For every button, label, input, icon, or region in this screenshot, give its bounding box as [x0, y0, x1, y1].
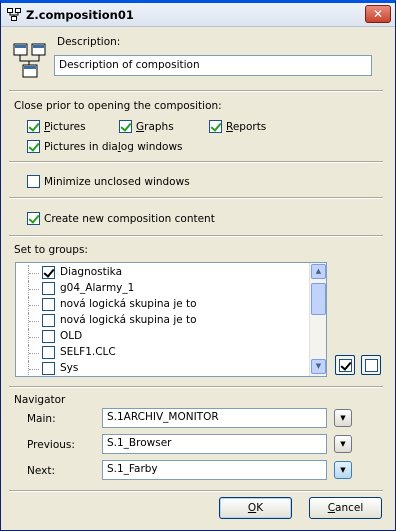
- next-label: Next:: [27, 465, 55, 477]
- chevron-down-icon: ▼: [340, 440, 346, 448]
- reports-checkbox[interactable]: [209, 120, 222, 133]
- checked-box-icon: [339, 359, 352, 372]
- reports-label: Reports: [226, 121, 267, 133]
- arrow-down-icon: ▼: [315, 362, 322, 370]
- tree-connector: [28, 313, 40, 329]
- minimize-checkbox[interactable]: [27, 175, 40, 188]
- group-checkbox[interactable]: [42, 266, 55, 279]
- composition-large-icon: [13, 43, 46, 78]
- divider: [9, 386, 383, 388]
- list-item[interactable]: nová logická skupina je to: [16, 313, 308, 329]
- previous-label: Previous:: [27, 439, 75, 451]
- check-all-button[interactable]: [335, 355, 355, 375]
- tree-connector: [28, 297, 40, 313]
- graphs-label: Graphs: [136, 121, 174, 133]
- tree-connector: [28, 345, 40, 361]
- list-item[interactable]: SELF1.CLC: [16, 345, 308, 361]
- window-title: Z.composition01: [26, 8, 134, 22]
- list-item[interactable]: g04_Alarmy_1: [16, 281, 308, 297]
- pictures-in-dialog-label: Pictures in dialog windows: [44, 141, 183, 153]
- group-label: SELF1.CLC: [60, 346, 116, 358]
- group-checkbox[interactable]: [42, 298, 55, 311]
- list-item[interactable]: nová logická skupina je to: [16, 297, 308, 313]
- composition-dialog: Z.composition01 ✕ Description: Descripti…: [0, 0, 396, 531]
- group-label: nová logická skupina je to: [60, 298, 197, 310]
- description-field[interactable]: Description of composition: [54, 55, 372, 76]
- navigator-heading: Navigator: [14, 394, 66, 406]
- group-label: OLD: [60, 330, 83, 342]
- group-checkbox[interactable]: [42, 282, 55, 295]
- next-dropdown-button[interactable]: ▼: [334, 461, 352, 479]
- pictures-label: Pictures: [44, 121, 86, 133]
- divider: [9, 161, 383, 163]
- chevron-down-icon: ▼: [340, 414, 346, 422]
- groups-tree-list[interactable]: Diagnostika g04_Alarmy_1 nová logická sk…: [15, 262, 327, 377]
- list-item[interactable]: Diagnostika: [16, 265, 308, 281]
- cancel-button[interactable]: Cancel: [309, 497, 382, 519]
- group-label: Diagnostika: [60, 266, 123, 278]
- groups-heading: Set to groups:: [14, 244, 88, 256]
- divider: [9, 197, 383, 199]
- list-item[interactable]: Sys: [16, 361, 308, 376]
- main-dropdown-button[interactable]: ▼: [334, 409, 352, 427]
- scroll-thumb[interactable]: [311, 283, 326, 315]
- previous-field[interactable]: S.1_Browser: [102, 434, 327, 454]
- chevron-down-icon: ▼: [340, 466, 346, 474]
- scroll-up-button[interactable]: ▲: [311, 264, 326, 279]
- close-button[interactable]: ✕: [365, 5, 391, 23]
- next-field[interactable]: S.1_Farby: [102, 460, 327, 480]
- minimize-label: Minimize unclosed windows: [44, 176, 190, 188]
- scroll-down-button[interactable]: ▼: [311, 359, 326, 374]
- group-checkbox[interactable]: [42, 314, 55, 327]
- composition-icon: [7, 8, 21, 21]
- close-prior-heading: Close prior to opening the composition:: [14, 100, 222, 112]
- divider: [9, 235, 383, 237]
- ok-button[interactable]: OK: [219, 497, 292, 519]
- title-bar: Z.composition01 ✕: [1, 3, 395, 27]
- group-checkbox[interactable]: [42, 362, 55, 375]
- tree-connector: [28, 265, 40, 281]
- divider: [9, 90, 383, 92]
- main-field[interactable]: S.1ARCHIV_MONITOR: [102, 408, 327, 428]
- list-item[interactable]: OLD: [16, 329, 308, 345]
- description-label: Description:: [57, 36, 121, 48]
- group-label: g04_Alarmy_1: [60, 282, 135, 294]
- previous-dropdown-button[interactable]: ▼: [334, 435, 352, 453]
- tree-connector: [28, 361, 40, 376]
- create-content-checkbox[interactable]: [27, 212, 40, 225]
- groups-scrollbar[interactable]: ▲ ▼: [309, 263, 326, 376]
- pictures-in-dialog-checkbox[interactable]: [27, 140, 40, 153]
- tree-connector: [28, 329, 40, 345]
- create-content-label: Create new composition content: [44, 213, 215, 225]
- divider: [9, 490, 383, 492]
- pictures-checkbox[interactable]: [27, 120, 40, 133]
- group-checkbox[interactable]: [42, 330, 55, 343]
- tree-connector: [28, 281, 40, 297]
- group-checkbox[interactable]: [42, 346, 55, 359]
- main-label: Main:: [27, 413, 56, 425]
- close-icon: ✕: [372, 7, 384, 21]
- uncheck-all-button[interactable]: [361, 355, 381, 375]
- group-label: Sys: [60, 362, 79, 374]
- empty-box-icon: [365, 359, 378, 372]
- arrow-up-icon: ▲: [315, 267, 322, 275]
- group-label: nová logická skupina je to: [60, 314, 197, 326]
- graphs-checkbox[interactable]: [119, 120, 132, 133]
